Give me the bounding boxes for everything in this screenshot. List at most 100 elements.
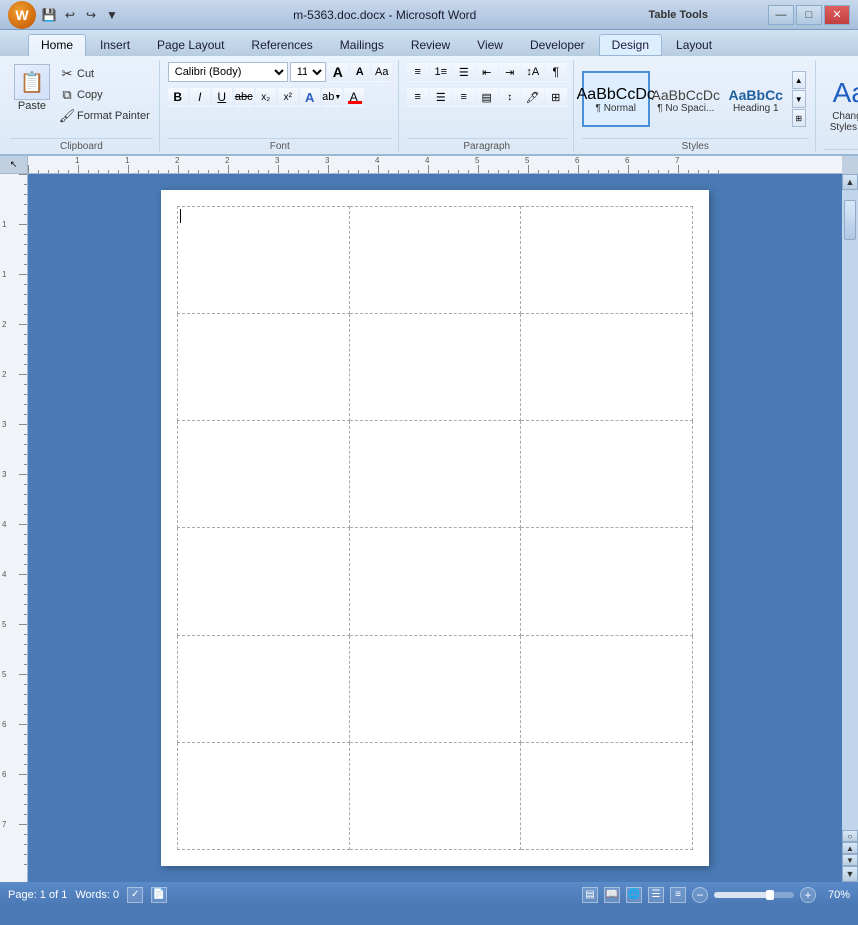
borders-button[interactable]: ⊞ [545, 87, 567, 107]
align-right-button[interactable]: ≡ [453, 87, 475, 107]
styles-more-button[interactable]: ⊞ [792, 109, 806, 127]
sort-button[interactable]: ↕A [522, 62, 544, 82]
font-shrink-button[interactable]: A [350, 62, 370, 82]
office-button[interactable]: W [8, 1, 36, 29]
superscript-button[interactable]: x² [278, 87, 298, 107]
zoom-in-button[interactable]: + [800, 887, 816, 903]
table-cell[interactable] [521, 742, 693, 849]
scroll-select-objects-button[interactable]: ○ [842, 830, 858, 842]
document[interactable] [161, 190, 709, 866]
table-cell[interactable] [178, 635, 350, 742]
font-color-button[interactable]: A [344, 87, 364, 107]
table-cell[interactable] [521, 421, 693, 528]
align-center-button[interactable]: ☰ [430, 87, 452, 107]
style-normal[interactable]: AaBbCcDc ¶ Normal [582, 71, 650, 127]
table-cell[interactable] [178, 207, 350, 314]
redo-qat-button[interactable]: ↪ [82, 6, 100, 24]
zoom-bar[interactable] [714, 892, 794, 898]
cut-button[interactable]: ✂ Cut [56, 64, 153, 84]
scroll-track[interactable] [843, 190, 857, 830]
vertical-scrollbar[interactable]: ▲ ○ ▲ ▼ ▼ [842, 174, 858, 882]
strikethrough-button[interactable]: abc [234, 87, 254, 107]
zoom-thumb[interactable] [766, 890, 774, 900]
close-button[interactable]: ✕ [824, 5, 850, 25]
table-cell[interactable] [349, 207, 521, 314]
tab-page-layout[interactable]: Page Layout [144, 34, 237, 56]
table-cell[interactable] [521, 314, 693, 421]
table-cell[interactable] [178, 528, 350, 635]
justify-button[interactable]: ▤ [476, 87, 498, 107]
table-cell[interactable] [349, 314, 521, 421]
text-effects-button[interactable]: A [300, 87, 320, 107]
tab-review[interactable]: Review [398, 34, 463, 56]
font-name-selector[interactable]: Calibri (Body) [168, 62, 288, 82]
table-cell[interactable] [178, 421, 350, 528]
save-qat-button[interactable]: 💾 [40, 6, 58, 24]
track-changes-icon[interactable]: 📄 [151, 887, 167, 903]
decrease-indent-button[interactable]: ⇤ [476, 62, 498, 82]
style-heading1[interactable]: AaBbCc Heading 1 [722, 71, 790, 127]
styles-scroll-up[interactable]: ▲ [792, 71, 806, 89]
bullets-button[interactable]: ≡ [407, 62, 429, 82]
format-painter-button[interactable]: 🖌 Format Painter [56, 106, 153, 126]
highlight-button[interactable]: ab▼ [322, 87, 342, 107]
scroll-up-button[interactable]: ▲ [842, 174, 858, 190]
table-cell[interactable] [178, 742, 350, 849]
align-left-button[interactable]: ≡ [407, 87, 429, 107]
increase-indent-button[interactable]: ⇥ [499, 62, 521, 82]
tab-references[interactable]: References [238, 34, 325, 56]
paste-button[interactable]: 📋 Paste [10, 62, 54, 114]
qat-more-button[interactable]: ▼ [103, 6, 121, 24]
document-table[interactable] [177, 206, 693, 850]
table-cell[interactable] [349, 635, 521, 742]
full-reading-icon[interactable]: 📖 [604, 887, 620, 903]
table-cell[interactable] [349, 421, 521, 528]
tab-home[interactable]: Home [28, 34, 86, 56]
undo-qat-button[interactable]: ↩ [61, 6, 79, 24]
numbering-button[interactable]: 1≡ [430, 62, 452, 82]
document-area[interactable] [28, 174, 842, 882]
change-case-button[interactable]: Aa [372, 62, 392, 82]
font-label: Font [168, 138, 392, 152]
maximize-button[interactable]: □ [796, 5, 822, 25]
spell-check-icon[interactable]: ✓ [127, 887, 143, 903]
zoom-out-button[interactable]: − [692, 887, 708, 903]
tab-insert[interactable]: Insert [87, 34, 143, 56]
tab-design[interactable]: Design [599, 34, 662, 56]
tab-mailings[interactable]: Mailings [327, 34, 397, 56]
multilevel-button[interactable]: ☰ [453, 62, 475, 82]
table-cell[interactable] [521, 635, 693, 742]
table-cell[interactable] [521, 528, 693, 635]
underline-button[interactable]: U [212, 87, 232, 107]
styles-scroll-down[interactable]: ▼ [792, 90, 806, 108]
draft-icon[interactable]: ≡ [670, 887, 686, 903]
style-no-spacing[interactable]: AaBbCcDc ¶ No Spaci... [652, 71, 720, 127]
bold-button[interactable]: B [168, 87, 188, 107]
scroll-prev-page-button[interactable]: ▲ [842, 842, 858, 854]
table-cell[interactable] [349, 528, 521, 635]
shading-button[interactable]: 🖊 [522, 87, 544, 107]
font-grow-button[interactable]: A [328, 62, 348, 82]
web-layout-icon[interactable]: 🌐 [626, 887, 642, 903]
status-right: ▤ 📖 🌐 ☰ ≡ − + 70% [582, 887, 850, 903]
italic-button[interactable]: I [190, 87, 210, 107]
scroll-thumb[interactable] [844, 200, 856, 240]
style-normal-label: ¶ Normal [596, 103, 636, 114]
table-cell[interactable] [521, 207, 693, 314]
table-cell[interactable] [178, 314, 350, 421]
tab-developer[interactable]: Developer [517, 34, 598, 56]
table-cell[interactable] [349, 742, 521, 849]
copy-button[interactable]: ⧉ Copy [56, 85, 153, 105]
subscript-button[interactable]: x₂ [256, 87, 276, 107]
outline-icon[interactable]: ☰ [648, 887, 664, 903]
scroll-down-button[interactable]: ▼ [842, 866, 858, 882]
scroll-next-page-button[interactable]: ▼ [842, 854, 858, 866]
minimize-button[interactable]: — [768, 5, 794, 25]
show-hide-button[interactable]: ¶ [545, 62, 567, 82]
tab-layout[interactable]: Layout [663, 34, 725, 56]
change-styles-button[interactable]: Aa ChangeStyles ▼ [824, 73, 858, 137]
line-spacing-button[interactable]: ↕ [499, 87, 521, 107]
tab-view[interactable]: View [464, 34, 516, 56]
print-layout-icon[interactable]: ▤ [582, 887, 598, 903]
font-size-selector[interactable]: 11 [290, 62, 326, 82]
